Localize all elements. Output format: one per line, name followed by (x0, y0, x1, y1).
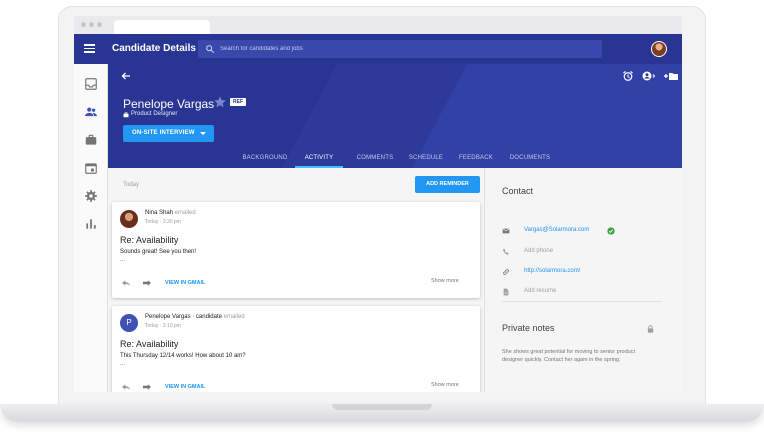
add-folder-icon[interactable] (662, 70, 680, 82)
alarm-icon[interactable] (622, 70, 634, 82)
contact-panel: Contact Vargas@Solarmora.com Add phone h… (484, 168, 682, 392)
briefcase-icon[interactable] (84, 133, 98, 147)
referral-badge: REF (230, 98, 246, 106)
tab-schedule[interactable]: SCHEDULE (403, 148, 449, 168)
browser-tab[interactable] (114, 20, 210, 34)
email-subject: Re: Availability (120, 339, 179, 349)
laptop-notch (332, 404, 432, 410)
email-subject: Re: Availability (120, 235, 179, 245)
tab-comments[interactable]: COMMENTS (350, 148, 400, 168)
main-content: Today ADD REMINDER Nina Shah emailed Tod… (108, 168, 682, 392)
contact-resume-row[interactable]: Add resume (502, 286, 678, 298)
tab-feedback[interactable]: FEEDBACK (452, 148, 500, 168)
window-maximize-dot[interactable] (97, 22, 102, 27)
date-group-label: Today (123, 182, 140, 188)
contact-phone-row[interactable]: Add phone (502, 246, 678, 258)
activity-card: Nina Shah emailed Today · 3:30 pm Re: Av… (112, 202, 480, 298)
search-icon (206, 45, 215, 54)
reply-icon[interactable] (121, 279, 131, 287)
window-close-dot[interactable] (81, 22, 86, 27)
search-input[interactable] (220, 40, 590, 58)
email-icon (502, 228, 510, 234)
reply-icon[interactable] (121, 383, 131, 391)
forward-icon[interactable] (142, 279, 152, 287)
contact-email[interactable]: Vargas@Solarmora.com (524, 227, 589, 233)
lock-icon[interactable] (647, 325, 654, 333)
account-icon[interactable] (642, 70, 656, 82)
sender-line: Penelope Vargas · candidate emailed (145, 314, 245, 320)
hamburger-menu-icon[interactable] (84, 44, 95, 53)
candidates-icon[interactable] (84, 105, 98, 119)
show-more-link[interactable]: Show more (431, 382, 459, 388)
inbox-icon[interactable] (84, 77, 98, 91)
search-bar[interactable] (198, 40, 602, 58)
show-more-link[interactable]: Show more (431, 278, 459, 284)
add-reminder-button[interactable]: ADD REMINDER (415, 176, 480, 193)
chevron-down-icon (200, 132, 206, 135)
view-in-gmail-link[interactable]: VIEW IN GMAIL (165, 384, 205, 390)
document-icon (503, 288, 509, 296)
browser-window: Candidate Details Penelope Va (74, 16, 682, 392)
bar-chart-icon[interactable] (84, 217, 98, 231)
forward-icon[interactable] (142, 383, 152, 391)
verified-check-icon (607, 227, 615, 235)
gear-icon[interactable] (84, 189, 98, 203)
view-in-gmail-link[interactable]: VIEW IN GMAIL (165, 280, 205, 286)
calendar-icon[interactable] (84, 161, 98, 175)
private-notes-title: Private notes (502, 323, 555, 333)
candidate-name: Penelope Vargas (123, 97, 215, 111)
star-icon[interactable] (213, 95, 227, 109)
timestamp: Today · 3:30 pm (145, 219, 181, 225)
candidate-role: Product Designer (131, 111, 178, 117)
sender-name: Penelope Vargas · candidate (145, 314, 222, 320)
user-avatar[interactable] (651, 41, 667, 57)
sender-line: Nina Shah emailed (145, 210, 196, 216)
app-bar: Candidate Details (74, 34, 682, 64)
tab-activity[interactable]: ACTIVITY (295, 148, 343, 168)
contact-website-row: http://solarmora.com/ (502, 266, 678, 278)
timestamp: Today · 3:10 pm (145, 323, 181, 329)
avatar: P (120, 314, 138, 332)
browser-tab-strip (74, 16, 682, 34)
avatar (120, 210, 138, 228)
stage-label: ON-SITE INTERVIEW (132, 130, 195, 136)
briefcase-icon (123, 112, 129, 118)
email-body: Sounds great! See you then! (120, 249, 197, 255)
email-ellipsis: ... (120, 361, 126, 367)
link-icon (503, 269, 509, 275)
candidate-header: Penelope Vargas REF Product Designer ON-… (108, 64, 682, 168)
tab-background[interactable]: BACKGROUND (238, 148, 292, 168)
sender-action: emailed (174, 210, 196, 216)
sender-name: Nina Shah (145, 210, 174, 216)
contact-email-row: Vargas@Solarmora.com (502, 225, 678, 237)
phone-icon (503, 248, 509, 255)
contact-website[interactable]: http://solarmora.com/ (524, 268, 580, 274)
left-nav-rail (74, 64, 108, 392)
sender-action: emailed (223, 314, 245, 320)
tab-documents[interactable]: DOCUMENTS (502, 148, 558, 168)
email-body: This Thursday 12/14 works! How about 10 … (120, 353, 246, 359)
email-ellipsis: ... (120, 257, 126, 263)
add-phone-placeholder[interactable]: Add phone (524, 248, 553, 254)
divider (502, 301, 662, 302)
window-minimize-dot[interactable] (89, 22, 94, 27)
add-resume-placeholder[interactable]: Add resume (524, 288, 556, 294)
app-title: Candidate Details (112, 43, 196, 54)
laptop-mockup: Candidate Details Penelope Va (0, 0, 764, 432)
back-arrow-icon[interactable] (120, 70, 132, 82)
private-notes-text[interactable]: She shows great potential for moving to … (502, 349, 642, 365)
activity-card: P Penelope Vargas · candidate emailed To… (112, 306, 480, 392)
interview-stage-dropdown[interactable]: ON-SITE INTERVIEW (123, 125, 214, 142)
contact-title: Contact (502, 186, 534, 196)
